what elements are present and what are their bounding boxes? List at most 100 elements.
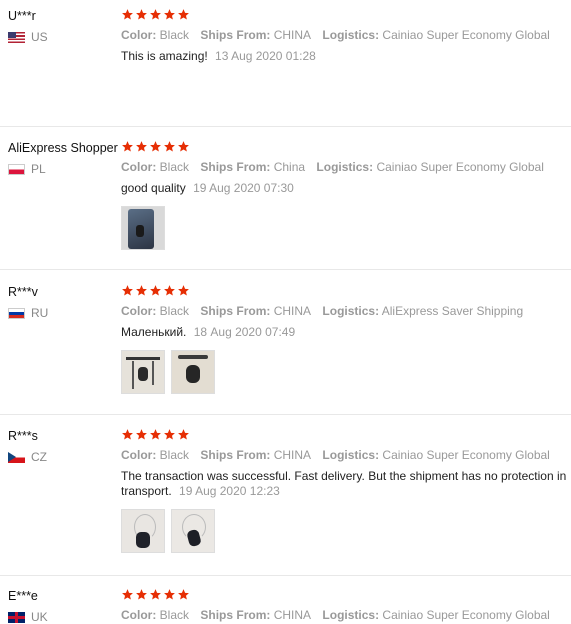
star-icon xyxy=(163,588,176,601)
reviewer-country: RU xyxy=(8,306,120,320)
star-rating xyxy=(121,588,571,602)
color-value: Black xyxy=(159,304,190,318)
color-value: Black xyxy=(159,28,190,42)
reviewer-info: R***v RU xyxy=(8,284,120,320)
reviewer-country: CZ xyxy=(8,450,120,464)
review-date: 19 Aug 2020 07:30 xyxy=(193,181,294,195)
reviewer-name: R***s xyxy=(8,429,38,443)
reviewer-country: PL xyxy=(8,162,120,176)
reviewer-info: E***e UK xyxy=(8,588,120,624)
review-text: The transaction was successful. Fast del… xyxy=(121,469,571,499)
ships-from-label: Ships From: xyxy=(200,448,271,462)
flag-uk-icon xyxy=(8,611,25,623)
review-date: 18 Aug 2020 07:49 xyxy=(193,325,296,339)
ships-from-value: CHINA xyxy=(273,608,312,622)
country-code: US xyxy=(31,30,48,44)
review-photos xyxy=(121,509,571,553)
star-icon xyxy=(121,284,134,297)
star-icon xyxy=(163,284,176,297)
country-code: UK xyxy=(31,610,48,624)
logistics-value: Cainiao Super Economy Global xyxy=(382,28,550,42)
star-rating xyxy=(121,428,571,442)
ships-from-label: Ships From: xyxy=(200,608,271,622)
star-icon xyxy=(177,8,190,21)
color-label: Color: xyxy=(121,448,157,462)
star-icon xyxy=(149,428,162,441)
review-photos xyxy=(121,350,571,394)
star-icon xyxy=(135,588,148,601)
review-photo-thumbnail[interactable] xyxy=(171,509,215,553)
order-attributes: Color: Black Ships From: CHINA Logistics… xyxy=(121,303,571,319)
review-date: 13 Aug 2020 01:28 xyxy=(215,49,316,63)
ships-from-value: CHINA xyxy=(273,448,312,462)
flag-cz-icon xyxy=(8,451,25,463)
review-photo-thumbnail[interactable] xyxy=(121,350,165,394)
flag-ru-icon xyxy=(8,307,25,319)
ships-from-value: China xyxy=(273,160,306,174)
review-content: Color: Black Ships From: CHINA Logistics… xyxy=(121,588,571,623)
reviewer-info: AliExpress Shopper PL xyxy=(8,140,120,176)
reviewer-name: AliExpress Shopper xyxy=(8,141,118,155)
flag-pl-icon xyxy=(8,163,25,175)
review-photo-thumbnail[interactable] xyxy=(121,509,165,553)
star-icon xyxy=(163,428,176,441)
logistics-label: Logistics: xyxy=(322,448,380,462)
star-icon xyxy=(177,140,190,153)
review-text: Маленький. 18 Aug 2020 07:49 xyxy=(121,325,571,340)
review-body: Маленький. xyxy=(121,325,187,339)
logistics-value: Cainiao Super Economy Global xyxy=(376,160,544,174)
star-rating xyxy=(121,140,571,154)
review-content: Color: Black Ships From: China Logistics… xyxy=(121,140,571,250)
review-body: This is amazing! xyxy=(121,49,208,63)
logistics-value: Cainiao Super Economy Global xyxy=(382,608,550,622)
reviewer-info: U***r US xyxy=(8,8,120,44)
logistics-label: Logistics: xyxy=(316,160,374,174)
review-photo-thumbnail[interactable] xyxy=(171,350,215,394)
star-icon xyxy=(121,8,134,21)
color-value: Black xyxy=(159,160,190,174)
star-icon xyxy=(163,140,176,153)
ships-from-label: Ships From: xyxy=(200,160,271,174)
divider xyxy=(0,126,571,127)
color-value: Black xyxy=(159,608,190,622)
country-code: CZ xyxy=(31,450,47,464)
reviewer-name: U***r xyxy=(8,9,36,23)
logistics-value: Cainiao Super Economy Global xyxy=(382,448,550,462)
reviewer-info: R***s CZ xyxy=(8,428,120,464)
star-icon xyxy=(149,140,162,153)
star-icon xyxy=(121,428,134,441)
star-icon xyxy=(135,284,148,297)
ships-from-label: Ships From: xyxy=(200,28,271,42)
star-icon xyxy=(121,588,134,601)
logistics-label: Logistics: xyxy=(322,304,380,318)
star-icon xyxy=(121,140,134,153)
star-icon xyxy=(135,8,148,21)
color-label: Color: xyxy=(121,608,157,622)
star-icon xyxy=(149,284,162,297)
ships-from-value: CHINA xyxy=(273,28,312,42)
review-content: Color: Black Ships From: CHINA Logistics… xyxy=(121,284,571,394)
divider xyxy=(0,414,571,415)
star-icon xyxy=(177,284,190,297)
star-icon xyxy=(177,428,190,441)
review-photos xyxy=(121,206,571,250)
review-body: good quality xyxy=(121,181,186,195)
logistics-value: AliExpress Saver Shipping xyxy=(381,304,524,318)
reviewer-country: US xyxy=(8,30,120,44)
review-photo-thumbnail[interactable] xyxy=(121,206,165,250)
review-date: 19 Aug 2020 12:23 xyxy=(179,484,280,498)
reviewer-country: UK xyxy=(8,610,120,624)
star-icon xyxy=(177,588,190,601)
color-value: Black xyxy=(159,448,190,462)
review-content: Color: Black Ships From: CHINA Logistics… xyxy=(121,428,571,553)
review-text: good quality 19 Aug 2020 07:30 xyxy=(121,181,571,196)
star-rating xyxy=(121,284,571,298)
star-icon xyxy=(149,8,162,21)
divider xyxy=(0,575,571,576)
review-text: This is amazing! 13 Aug 2020 01:28 xyxy=(121,49,571,64)
star-icon xyxy=(149,588,162,601)
reviewer-name: E***e xyxy=(8,589,38,603)
reviewer-name: R***v xyxy=(8,285,38,299)
order-attributes: Color: Black Ships From: CHINA Logistics… xyxy=(121,607,571,623)
star-icon xyxy=(163,8,176,21)
